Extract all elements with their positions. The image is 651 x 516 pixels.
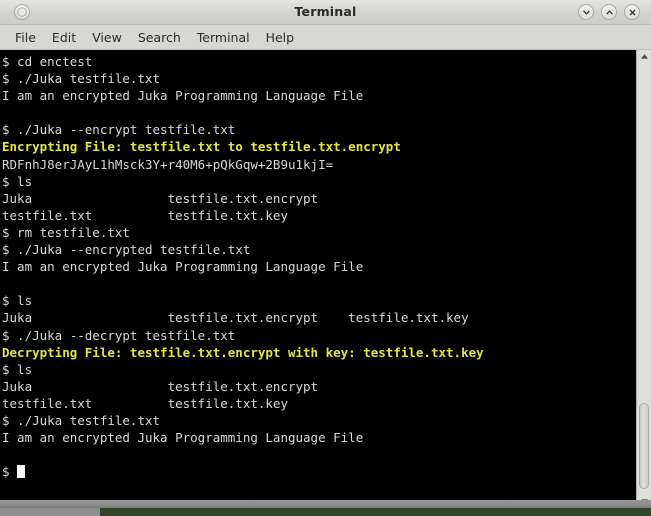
window-bottom-edge [0,500,651,508]
close-button[interactable] [624,4,640,20]
terminal-line: I am an encrypted Juka Programming Langu… [2,430,364,446]
terminal-line: Juka testfile.txt.encrypt testfile.txt.k… [2,310,469,326]
terminal-line: Juka testfile.txt.encrypt [2,190,319,206]
scrollbar-track[interactable] [637,63,651,495]
terminal-line: $ ./Juka testfile.txt [2,412,161,428]
terminal-scrollbar[interactable] [636,50,651,508]
terminal-screen[interactable]: $ cd enctest $ ./Juka testfile.txt I am an… [0,50,636,508]
taskbar-strip [0,508,100,516]
terminal-line: $ ./Juka --encrypted testfile.txt [2,242,251,258]
window-titlebar[interactable]: Terminal [0,0,651,25]
menu-item-help[interactable]: Help [258,28,303,47]
close-icon [629,9,635,15]
terminal-area: $ cd enctest $ ./Juka testfile.txt I am an… [0,50,651,508]
terminal-line: $ cd enctest [2,54,93,69]
menu-item-terminal[interactable]: Terminal [189,28,258,47]
scroll-up-button[interactable] [637,50,651,63]
terminal-line: I am an encrypted Juka Programming Langu… [2,259,364,275]
terminal-line: I am an encrypted Juka Programming Langu… [2,88,364,104]
menu-item-search[interactable]: Search [130,28,189,47]
maximize-button[interactable] [601,4,617,20]
menubar: File Edit View Search Terminal Help [0,25,651,50]
triangle-up-icon [640,54,648,59]
terminal-line: $ ls [2,293,33,309]
terminal-line: Encrypting File: testfile.txt to testfil… [2,139,401,155]
menu-item-view[interactable]: View [84,28,130,47]
terminal-line: $ ls [2,173,33,189]
terminal-line: Decrypting File: testfile.txt.encrypt wi… [2,344,484,360]
terminal-line: $ [2,463,636,480]
chevron-down-icon [582,10,590,15]
terminal-window: Terminal File Edit View Search Terminal … [0,0,651,508]
chevron-up-icon [605,9,613,14]
terminal-line: $ rm testfile.txt [2,224,130,240]
terminal-line: testfile.txt testfile.txt.key [2,207,288,223]
minimize-button[interactable] [578,4,594,20]
terminal-line: RDFnhJ8erJAyL1hMsck3Y+r40M6+pQkGqw+2B9u1… [2,156,334,172]
menu-item-file[interactable]: File [7,28,44,47]
terminal-line: Juka testfile.txt.encrypt [2,378,319,394]
terminal-cursor [17,465,25,479]
terminal-line: testfile.txt testfile.txt.key [2,395,288,411]
terminal-line: $ ./Juka testfile.txt [2,71,161,87]
terminal-line: $ ./Juka --encrypt testfile.txt [2,122,236,138]
window-title: Terminal [294,4,357,19]
desktop-background: Terminal File Edit View Search Terminal … [0,0,651,516]
terminal-line: $ ls [2,361,33,377]
terminal-line: $ ./Juka --decrypt testfile.txt [2,327,236,343]
menu-item-edit[interactable]: Edit [44,28,84,47]
scrollbar-thumb[interactable] [639,403,649,489]
